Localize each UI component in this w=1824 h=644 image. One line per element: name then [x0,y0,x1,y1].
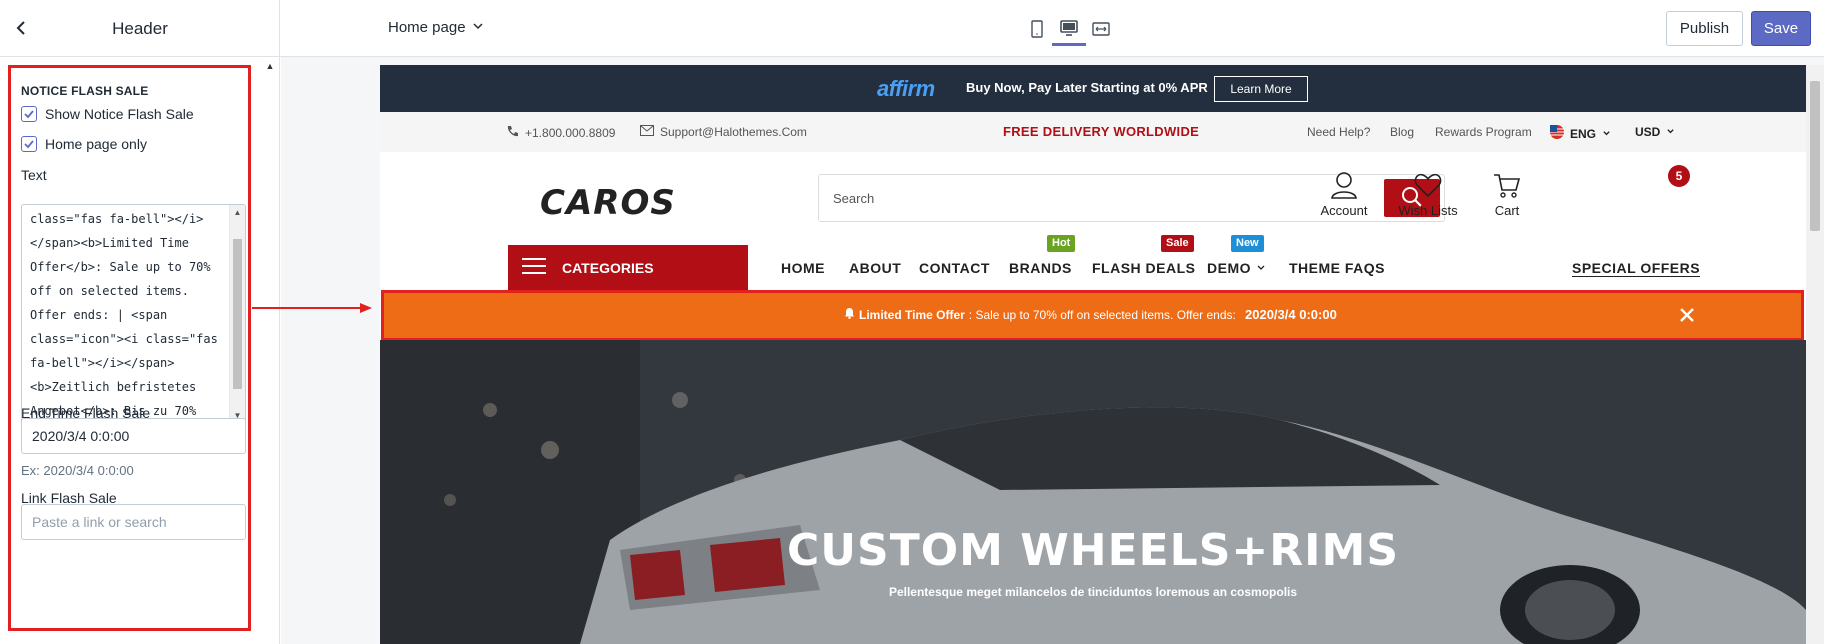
categories-label: CATEGORIES [562,259,654,276]
nav-special-offers[interactable]: SPECIAL OFFERS [1572,260,1701,277]
page-select-label: Home page [388,19,466,36]
nav-flash-deals[interactable]: FLASH DEALS [1092,260,1196,276]
phone-link[interactable]: +1.800.000.8809 [506,125,615,141]
nav-brands[interactable]: BRANDS [1009,260,1072,276]
scroll-thumb[interactable] [233,239,242,389]
language-label: ENG [1570,126,1597,141]
user-icon [1309,170,1379,203]
affirm-text: Buy Now, Pay Later Starting at 0% APR [966,80,1208,95]
phone-text: +1.800.000.8809 [525,126,616,140]
blog-link[interactable]: Blog [1390,125,1414,139]
checkbox-checked-icon[interactable] [21,106,37,122]
editor-topbar: Header Home page Publish Save [0,0,1824,57]
cart-link[interactable]: Cart [1472,170,1542,218]
show-notice-checkbox[interactable]: Show Notice Flash Sale [21,106,194,122]
hero-title: CUSTOM WHEELS+RIMS [786,525,1400,576]
notice-flash-sale-bar: Limited Time Offer : Sale up to 70% off … [381,290,1804,341]
account-link[interactable]: Account [1309,170,1379,218]
chevron-down-icon [472,19,484,36]
currency-select[interactable]: USD [1635,125,1675,139]
categories-button[interactable]: CATEGORIES [508,245,748,290]
save-button[interactable]: Save [1751,11,1811,46]
cart-count-badge: 5 [1668,165,1690,187]
end-time-hint: Ex: 2020/3/4 0:0:00 [21,463,134,478]
settings-sidebar: ▲ NOTICE FLASH SALE Show Notice Flash Sa… [0,57,280,644]
notice-text: Limited Time Offer : Sale up to 70% off … [844,307,1236,322]
close-icon[interactable] [1678,306,1696,324]
notice-countdown: 2020/3/4 0:0:00 [1245,307,1337,322]
show-notice-label: Show Notice Flash Sale [45,106,194,122]
preview-scrollbar[interactable] [1806,65,1824,644]
language-select[interactable]: ENG [1550,125,1611,142]
cart-label: Cart [1494,203,1520,218]
free-delivery-text: FREE DELIVERY WORLDWIDE [1003,124,1200,139]
store-logo[interactable]: CAROS [540,183,676,223]
wishlist-link[interactable]: Wish Lists [1393,170,1463,218]
demo-label: DEMO [1207,260,1251,276]
nav-demo[interactable]: DEMO [1207,260,1266,276]
nav-home[interactable]: HOME [781,260,825,276]
learn-more-button[interactable]: Learn More [1214,76,1308,102]
bell-icon [844,307,855,322]
textarea-scrollbar[interactable]: ▲ ▼ [229,205,245,441]
notice-flash-sale-panel: NOTICE FLASH SALE Show Notice Flash Sale… [8,65,251,631]
text-label: Text [21,167,47,183]
chevron-down-icon [1666,125,1675,139]
hero-subtitle: Pellentesque meget milancelos de tincidu… [888,585,1298,599]
checkbox-checked-icon[interactable] [21,136,37,152]
wishlist-label: Wish Lists [1398,203,1458,218]
chevron-down-icon [1602,127,1611,141]
fullwidth-icon[interactable] [1084,12,1118,46]
info-bar: +1.800.000.8809 Support@Halothemes.Com F… [380,112,1806,152]
nav-about[interactable]: ABOUT [849,260,901,276]
email-link[interactable]: Support@Halothemes.Com [640,125,807,139]
sidebar-scroll-up-icon[interactable]: ▲ [264,61,276,71]
heart-icon [1393,170,1463,203]
mobile-icon[interactable] [1020,12,1054,46]
page-select[interactable]: Home page [388,19,484,36]
chevron-down-icon [1256,260,1266,276]
search-placeholder: Search [833,191,875,206]
email-text: Support@Halothemes.Com [660,125,807,139]
home-only-label: Home page only [45,136,147,152]
scroll-up-icon[interactable]: ▲ [230,208,245,217]
phone-icon [506,125,519,141]
mail-icon [640,125,654,139]
hamburger-icon [522,257,546,278]
hero-banner: CUSTOM WHEELS+RIMS Pellentesque meget mi… [380,340,1806,644]
desktop-icon[interactable] [1052,12,1086,46]
end-time-input[interactable]: 2020/3/4 0:0:00 [21,418,246,454]
new-badge: New [1231,235,1264,252]
publish-button[interactable]: Publish [1666,11,1743,46]
sidebar-title: Header [112,19,168,38]
section-title: NOTICE FLASH SALE [21,84,149,98]
currency-label: USD [1635,125,1661,139]
nav-theme-faqs[interactable]: THEME FAQS [1289,260,1385,276]
nav-contact[interactable]: CONTACT [919,260,990,276]
store-preview: affirm Buy Now, Pay Later Starting at 0%… [380,65,1824,644]
affirm-logo: affirm [877,76,935,101]
annotation-arrow [252,303,372,313]
notice-title: Limited Time Offer [859,307,965,322]
rewards-link[interactable]: Rewards Program [1435,125,1532,139]
account-label: Account [1320,203,1368,218]
sale-badge: Sale [1161,235,1194,252]
notice-message: : Sale up to 70% off on selected items. … [968,307,1236,322]
affirm-banner: affirm Buy Now, Pay Later Starting at 0%… [380,65,1806,112]
sidebar-header: Header [0,0,280,57]
need-help-link[interactable]: Need Help? [1307,125,1370,139]
home-only-checkbox[interactable]: Home page only [21,136,147,152]
cart-icon [1472,170,1542,203]
us-flag-icon [1550,125,1564,142]
preview-scroll-thumb[interactable] [1810,81,1820,231]
link-input[interactable]: Paste a link or search [21,504,246,540]
hot-badge: Hot [1047,235,1076,252]
